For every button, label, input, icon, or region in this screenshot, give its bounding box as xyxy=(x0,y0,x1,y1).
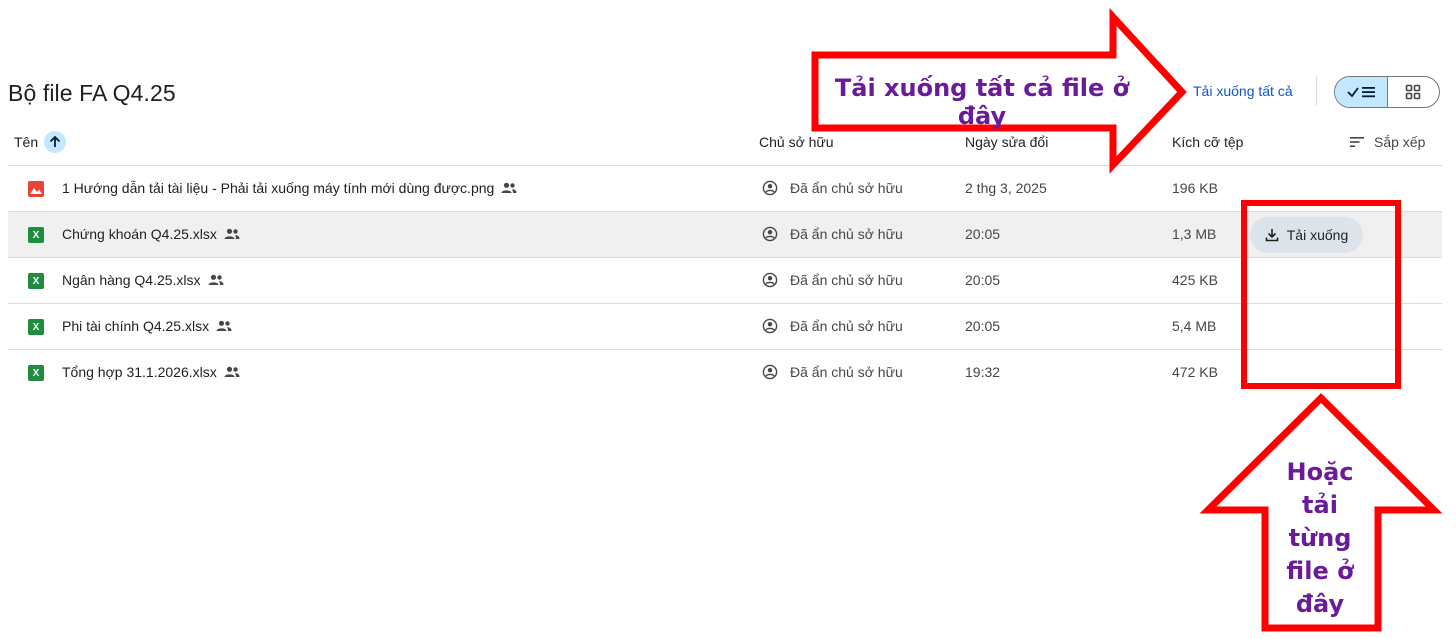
annotation-line: tải xyxy=(1302,491,1338,519)
annotation-line: file ở xyxy=(1286,557,1354,585)
annotation-text-download-all: Tải xuống tất cả file ở đây xyxy=(834,74,1130,130)
annotation-line: Hoặc xyxy=(1286,458,1354,486)
annotation-highlight-box xyxy=(1241,200,1401,389)
annotation-text-download-each: Hoặc tải từng file ở đây xyxy=(1270,456,1370,621)
annotation-line: từng xyxy=(1288,524,1352,552)
annotation-overlay xyxy=(811,8,1443,632)
annotation-line: đây xyxy=(1295,590,1345,618)
